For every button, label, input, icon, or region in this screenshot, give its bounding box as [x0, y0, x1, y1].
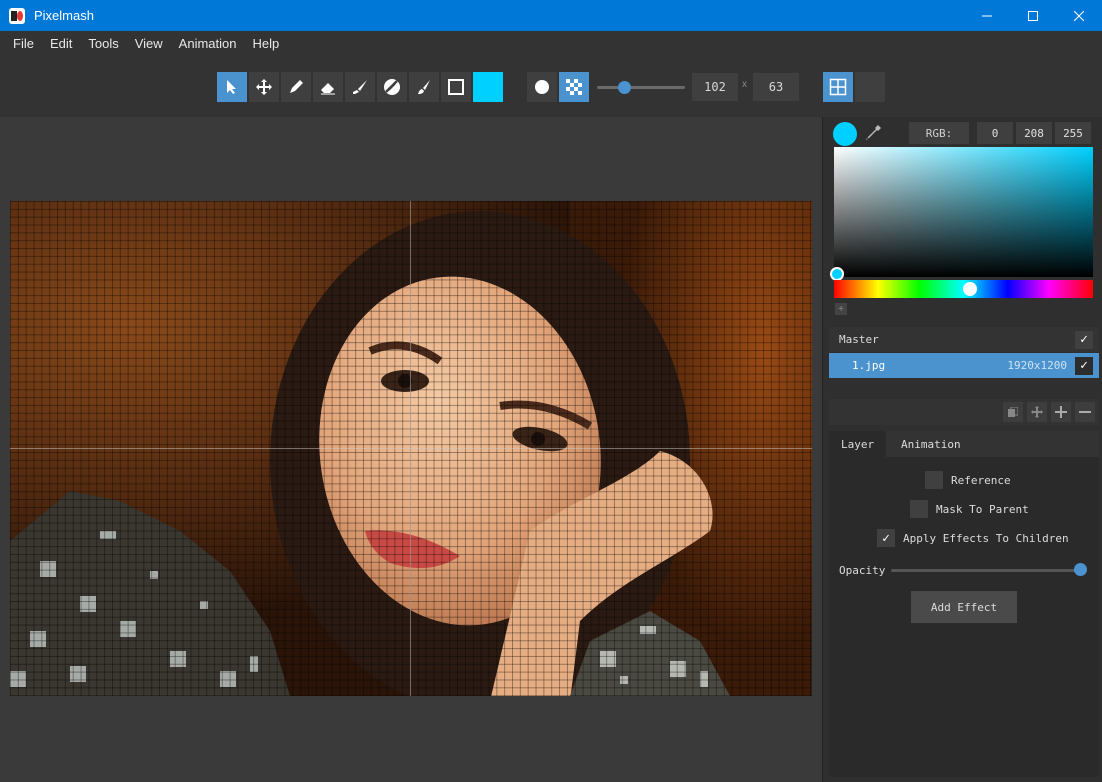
- dimension-separator: x: [742, 79, 747, 90]
- rectangle-icon: [448, 79, 464, 95]
- layer-item[interactable]: 1.jpg 1920x1200 ✓: [829, 353, 1099, 378]
- hue-slider-knob[interactable]: [963, 282, 977, 296]
- apply-effects-label: Apply Effects To Children: [903, 531, 1069, 545]
- menu-animation[interactable]: Animation: [171, 31, 245, 57]
- current-color-swatch[interactable]: [473, 72, 503, 102]
- brush-size-knob[interactable]: [618, 81, 631, 94]
- opacity-label: Opacity: [839, 564, 886, 577]
- smudge-icon: [418, 80, 430, 94]
- layer-item-size: 1920x1200: [1007, 359, 1067, 372]
- duplicate-layer-button[interactable]: [1003, 402, 1023, 422]
- opacity-slider[interactable]: [891, 569, 1081, 572]
- minimize-icon: [982, 15, 992, 16]
- pixelated-image[interactable]: [10, 201, 812, 696]
- menu-bar: File Edit Tools View Animation Help: [0, 31, 1102, 57]
- menu-tools[interactable]: Tools: [80, 31, 126, 57]
- eraser-tool-button[interactable]: [313, 72, 343, 102]
- red-channel-input[interactable]: 0: [977, 122, 1013, 144]
- saturation-value-picker[interactable]: [834, 147, 1093, 277]
- horizontal-guide-line: [10, 448, 812, 449]
- view-toggle-group: [823, 72, 885, 102]
- move-layer-button[interactable]: [1027, 402, 1047, 422]
- brush-tool-button[interactable]: [345, 72, 375, 102]
- add-swatch-button[interactable]: +: [835, 303, 847, 315]
- eraser-icon: [321, 83, 335, 95]
- active-color-indicator[interactable]: [833, 122, 857, 146]
- canvas-area[interactable]: [0, 117, 822, 782]
- apply-effects-option[interactable]: ✓ Apply Effects To Children: [877, 529, 1069, 547]
- select-tool-button[interactable]: [217, 72, 247, 102]
- close-icon: [1074, 10, 1084, 21]
- layer-item-label: 1.jpg: [852, 359, 886, 372]
- minus-icon: [1079, 411, 1091, 413]
- add-layer-button[interactable]: [1051, 402, 1071, 422]
- select-arrow-icon: [227, 80, 236, 94]
- brush-size-slider[interactable]: [597, 86, 685, 89]
- add-effect-button[interactable]: Add Effect: [911, 591, 1017, 623]
- rectangle-tool-button[interactable]: [441, 72, 471, 102]
- mask-to-parent-checkbox[interactable]: [910, 500, 928, 518]
- close-button[interactable]: [1056, 0, 1102, 31]
- pencil-icon: [290, 80, 303, 93]
- remove-layer-button[interactable]: [1075, 402, 1095, 422]
- maximize-button[interactable]: [1010, 0, 1056, 31]
- fill-icon: [384, 79, 400, 95]
- move-tool-button[interactable]: [249, 72, 279, 102]
- saturation-value-knob[interactable]: [830, 267, 844, 281]
- brush-shape-group: [527, 72, 589, 102]
- move-icon: [256, 79, 272, 95]
- view-mode-button[interactable]: [855, 72, 885, 102]
- canvas-width-input[interactable]: 102: [692, 73, 738, 101]
- mask-to-parent-option[interactable]: Mask To Parent: [910, 500, 1029, 518]
- color-mode-selector[interactable]: RGB:: [909, 122, 969, 144]
- grid-icon: [829, 78, 847, 96]
- minimize-button[interactable]: [964, 0, 1010, 31]
- reference-checkbox[interactable]: [925, 471, 943, 489]
- green-channel-input[interactable]: 208: [1016, 122, 1052, 144]
- blue-channel-input[interactable]: 255: [1055, 122, 1091, 144]
- tool-palette: [217, 72, 503, 102]
- layer-properties: Reference Mask To Parent ✓ Apply Effects…: [829, 457, 1099, 777]
- menu-view[interactable]: View: [127, 31, 171, 57]
- smudge-tool-button[interactable]: [409, 72, 439, 102]
- mask-to-parent-label: Mask To Parent: [936, 502, 1029, 516]
- menu-edit[interactable]: Edit: [42, 31, 80, 57]
- title-bar: Pixelmash: [0, 0, 1102, 31]
- circle-brush-button[interactable]: [527, 72, 557, 102]
- properties-panel: RGB: 0 208 255 + Master ✓ 1.jpg 1920x120…: [822, 117, 1102, 782]
- menu-file[interactable]: File: [5, 31, 42, 57]
- fill-tool-button[interactable]: [377, 72, 407, 102]
- reference-label: Reference: [951, 473, 1011, 487]
- maximize-icon: [1028, 10, 1038, 21]
- window-controls: [964, 0, 1102, 31]
- grid-toggle-button[interactable]: [823, 72, 853, 102]
- dither-brush-button[interactable]: [559, 72, 589, 102]
- properties-tabs: Layer Animation: [829, 431, 1099, 457]
- canvas-height-input[interactable]: 63: [753, 73, 799, 101]
- layer-item-visibility-checkbox[interactable]: ✓: [1075, 356, 1093, 375]
- layer-master-visibility-checkbox[interactable]: ✓: [1075, 330, 1093, 349]
- eyedropper-icon: [866, 125, 881, 140]
- reference-option[interactable]: Reference: [925, 471, 1011, 489]
- window-title: Pixelmash: [34, 8, 94, 23]
- tab-layer[interactable]: Layer: [829, 431, 887, 457]
- plus-icon: [1055, 406, 1067, 418]
- circle-brush-icon: [535, 80, 549, 94]
- duplicate-icon: [1008, 407, 1018, 417]
- apply-effects-checkbox[interactable]: ✓: [877, 529, 895, 547]
- app-logo-icon: [9, 7, 25, 24]
- eyedropper-button[interactable]: [863, 123, 883, 143]
- layer-actions-bar: [829, 399, 1099, 425]
- layer-master[interactable]: Master ✓: [829, 327, 1099, 352]
- opacity-slider-knob[interactable]: [1074, 563, 1087, 576]
- brush-icon: [353, 80, 367, 94]
- move-layer-icon: [1031, 406, 1043, 418]
- pencil-tool-button[interactable]: [281, 72, 311, 102]
- menu-help[interactable]: Help: [244, 31, 287, 57]
- dither-brush-icon: [566, 79, 582, 95]
- tab-animation[interactable]: Animation: [889, 431, 973, 457]
- layer-master-label: Master: [839, 333, 879, 346]
- toolbar: 102 x 63: [0, 57, 1102, 117]
